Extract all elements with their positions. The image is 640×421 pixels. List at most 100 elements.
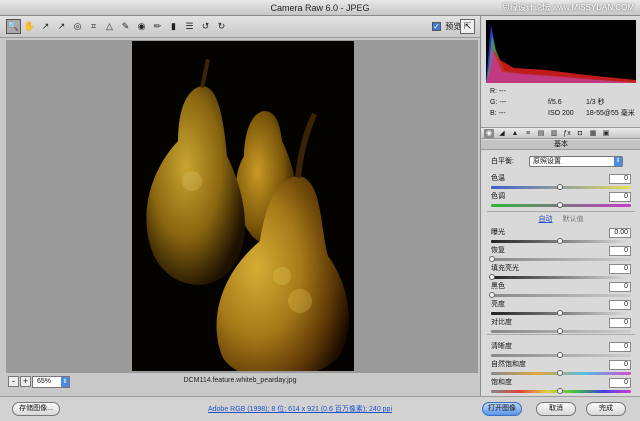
- crop-icon: ⌗: [90, 21, 97, 31]
- blacks-slider-track[interactable]: [491, 294, 631, 297]
- contrast-slider-handle[interactable]: [557, 328, 563, 334]
- graduated-filter-tool[interactable]: ▮: [166, 19, 181, 34]
- rotate-left-icon: ↺: [201, 21, 210, 31]
- cancel-button[interactable]: 取消: [536, 402, 576, 416]
- tab-basic-icon[interactable]: ◉: [484, 129, 494, 138]
- rgb-readout: R: --- G: --- B: ---: [490, 88, 507, 117]
- zoom-icon: 🔍: [7, 21, 20, 31]
- fill-light-slider-track[interactable]: [491, 276, 631, 279]
- exposure-value-field[interactable]: 0.00: [609, 228, 631, 238]
- vibrance-value-field[interactable]: 0: [609, 360, 631, 370]
- shutter-speed: 1/3 秒: [585, 99, 605, 106]
- r-value: ---: [498, 88, 506, 95]
- recovery-slider-row: 恢复 0: [489, 246, 637, 264]
- blacks-value-field[interactable]: 0: [609, 282, 631, 292]
- temperature-slider-handle[interactable]: [557, 184, 563, 190]
- graduated-filter-icon: ▮: [171, 21, 176, 31]
- temperature-label: 色温: [491, 175, 505, 182]
- title-bar: Camera Raw 6.0 - JPEG 思缘设计论坛 www.MISSYUA…: [0, 0, 640, 16]
- tab-presets-icon[interactable]: ▦: [588, 129, 598, 138]
- tint-slider-handle[interactable]: [557, 202, 563, 208]
- exposure-slider-row: 曝光 0.00: [489, 228, 637, 246]
- spot-removal-tool[interactable]: ✎: [118, 19, 133, 34]
- preview-label: 预览: [445, 22, 462, 31]
- tab-detail-icon[interactable]: ▲: [510, 129, 520, 138]
- saturation-slider-handle[interactable]: [557, 388, 563, 394]
- fullscreen-button[interactable]: ⇱: [460, 19, 475, 34]
- fill-light-value-field[interactable]: 0: [609, 264, 631, 274]
- white-balance-value: 原照设置: [533, 158, 561, 165]
- iso: ISO 200: [548, 110, 574, 117]
- contrast-slider-row: 对比度 0: [489, 318, 637, 336]
- spot-removal-icon: ✎: [121, 21, 130, 31]
- zoom-bar: - + 65% ⇕ DCM114.feature.whiteb_pearday.…: [0, 374, 480, 390]
- done-button[interactable]: 完成: [586, 402, 626, 416]
- zoom-tool[interactable]: 🔍: [6, 19, 21, 34]
- pear-image: [132, 41, 354, 371]
- fill-light-slider-handle[interactable]: [489, 274, 495, 280]
- watermark: 思缘设计论坛 www.MISSYUAN.COM: [501, 3, 634, 12]
- toolbar: 🔍 ✋ ↗ ↗ ◎ ⌗ △ ✎ ◉ ✏ ▮ ☰ ↺ ↻ ✓ 预览 ⇱: [0, 16, 480, 38]
- saturation-value-field[interactable]: 0: [609, 378, 631, 388]
- clarity-slider-handle[interactable]: [557, 352, 563, 358]
- recovery-slider-handle[interactable]: [489, 256, 495, 262]
- tab-split-toning-icon[interactable]: ▤: [536, 129, 546, 138]
- brightness-label: 亮度: [491, 301, 505, 308]
- color-sampler-tool[interactable]: ↗: [54, 19, 69, 34]
- b-value: ---: [498, 110, 506, 117]
- clarity-label: 清晰度: [491, 343, 512, 350]
- blacks-slider-row: 黑色 0: [489, 282, 637, 300]
- tab-lens-icon[interactable]: ▥: [549, 129, 559, 138]
- hand-tool[interactable]: ✋: [22, 19, 37, 34]
- contrast-value-field[interactable]: 0: [609, 318, 631, 328]
- tab-snapshots-icon[interactable]: ▣: [601, 129, 611, 138]
- contrast-label: 对比度: [491, 319, 512, 326]
- recovery-slider-track[interactable]: [491, 258, 631, 261]
- tab-hsl-icon[interactable]: ≡: [523, 129, 533, 138]
- auto-link[interactable]: 自动: [539, 216, 553, 223]
- color-sampler-icon: ↗: [57, 21, 66, 31]
- brightness-slider-handle[interactable]: [557, 310, 563, 316]
- blacks-slider-handle[interactable]: [489, 292, 495, 298]
- vibrance-slider-handle[interactable]: [557, 370, 563, 376]
- tab-camera-calibration-icon[interactable]: ◘: [575, 129, 585, 138]
- recovery-label: 恢复: [491, 247, 505, 254]
- rotate-right-icon: ↻: [217, 21, 226, 31]
- open-image-button[interactable]: 打开图像: [482, 402, 522, 416]
- saturation-label: 饱和度: [491, 379, 512, 386]
- straighten-tool[interactable]: △: [102, 19, 117, 34]
- rotate-left-tool[interactable]: ↺: [198, 19, 213, 34]
- default-link[interactable]: 默认值: [562, 216, 583, 223]
- section-title: 基本: [481, 140, 640, 150]
- rotate-right-tool[interactable]: ↻: [214, 19, 229, 34]
- clarity-value-field[interactable]: 0: [609, 342, 631, 352]
- preview-checkbox[interactable]: ✓: [432, 22, 441, 32]
- adjustment-brush-tool[interactable]: ✏: [150, 19, 165, 34]
- temperature-value-field[interactable]: 0: [609, 174, 631, 184]
- target-adjustment-icon: ◎: [73, 21, 82, 31]
- preferences-tool[interactable]: ☰: [182, 19, 197, 34]
- brightness-value-field[interactable]: 0: [609, 300, 631, 310]
- vibrance-slider-row: 自然饱和度 0: [489, 360, 637, 378]
- save-image-button[interactable]: 存储图像...: [12, 402, 60, 416]
- recovery-value-field[interactable]: 0: [609, 246, 631, 256]
- exif-readout: f/5.6 1/3 秒 ISO 200 18-55@55 毫米: [548, 86, 635, 119]
- bottom-bar: 存储图像... Adobe RGB (1998); 8 位; 614 x 921…: [0, 396, 640, 421]
- tab-tone-curve-icon[interactable]: ◢: [497, 129, 507, 138]
- preview-canvas[interactable]: [6, 40, 478, 373]
- panel-tab-bar: ◉ ◢ ▲ ≡ ▤ ▥ ƒx ◘ ▦ ▣: [481, 127, 640, 139]
- blacks-label: 黑色: [491, 283, 505, 290]
- white-balance-select[interactable]: 原照设置 ⇕: [529, 156, 623, 167]
- histogram: [486, 20, 636, 83]
- tint-value-field[interactable]: 0: [609, 192, 631, 202]
- crop-tool[interactable]: ⌗: [86, 19, 101, 34]
- white-balance-tool[interactable]: ↗: [38, 19, 53, 34]
- fill-light-slider-row: 填充亮光 0: [489, 264, 637, 282]
- workflow-options-link[interactable]: Adobe RGB (1998); 8 位; 614 x 921 (0.6 百万…: [150, 404, 450, 414]
- window-title: Camera Raw 6.0 - JPEG: [270, 3, 370, 13]
- red-eye-tool[interactable]: ◉: [134, 19, 149, 34]
- exposure-slider-handle[interactable]: [557, 238, 563, 244]
- target-adjustment-tool[interactable]: ◎: [70, 19, 85, 34]
- tab-effects-icon[interactable]: ƒx: [562, 129, 572, 138]
- preview-toggle[interactable]: ✓ 预览: [432, 20, 461, 34]
